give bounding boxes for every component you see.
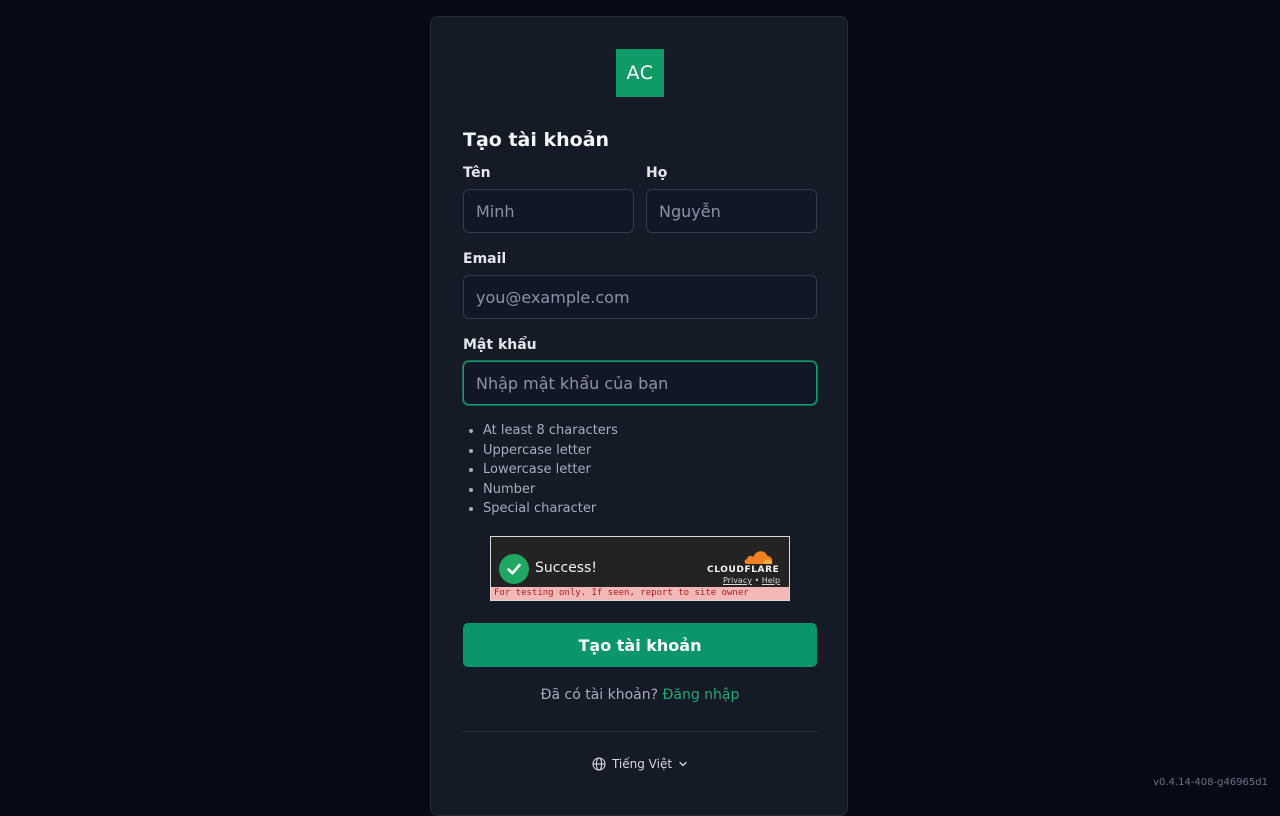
signin-prompt: Đã có tài khoản? Đăng nhập <box>431 687 849 703</box>
password-rule: Number <box>483 480 618 500</box>
first-name-label: Tên <box>463 165 491 181</box>
help-link[interactable]: Help <box>762 576 780 585</box>
password-requirements: At least 8 characters Uppercase letter L… <box>463 421 618 519</box>
cloudflare-brand: CLOUDFLARE <box>707 565 780 575</box>
page-title: Tạo tài khoản <box>463 129 610 151</box>
signin-link[interactable]: Đăng nhập <box>663 687 740 703</box>
globe-icon <box>592 757 606 771</box>
captcha-status: Success! <box>535 560 597 576</box>
create-account-button[interactable]: Tạo tài khoản <box>463 623 817 667</box>
chevron-down-icon <box>679 761 687 767</box>
signin-prompt-text: Đã có tài khoản? <box>540 687 659 703</box>
password-rule: Lowercase letter <box>483 460 618 480</box>
captcha-panel: Success! CLOUDFLARE Privacy • Help <box>491 537 789 587</box>
signup-card: AC Tạo tài khoản Tên Họ Email Mật khẩu A… <box>430 16 848 816</box>
last-name-input[interactable] <box>646 189 817 233</box>
captcha-widget[interactable]: Success! CLOUDFLARE Privacy • Help For t… <box>490 536 790 601</box>
captcha-test-warning: For testing only. If seen, report to sit… <box>491 587 789 600</box>
email-label: Email <box>463 251 507 267</box>
password-rule: At least 8 characters <box>483 421 618 441</box>
password-input[interactable] <box>463 361 817 405</box>
password-rule: Special character <box>483 499 618 519</box>
cloudflare-cloud-icon <box>744 551 773 564</box>
password-label: Mật khẩu <box>463 337 537 353</box>
language-selector[interactable]: Tiếng Việt <box>431 757 849 771</box>
privacy-link[interactable]: Privacy <box>723 576 752 585</box>
captcha-links: Privacy • Help <box>723 576 780 585</box>
password-rule: Uppercase letter <box>483 441 618 461</box>
first-name-input[interactable] <box>463 189 634 233</box>
checkmark-icon <box>499 554 529 584</box>
email-input[interactable] <box>463 275 817 319</box>
link-separator: • <box>754 576 760 585</box>
last-name-label: Họ <box>646 165 668 181</box>
divider <box>463 731 817 732</box>
language-label: Tiếng Việt <box>611 757 673 771</box>
version-label: v0.4.14-408-g46965d1 <box>1153 777 1268 788</box>
app-logo: AC <box>616 49 664 97</box>
